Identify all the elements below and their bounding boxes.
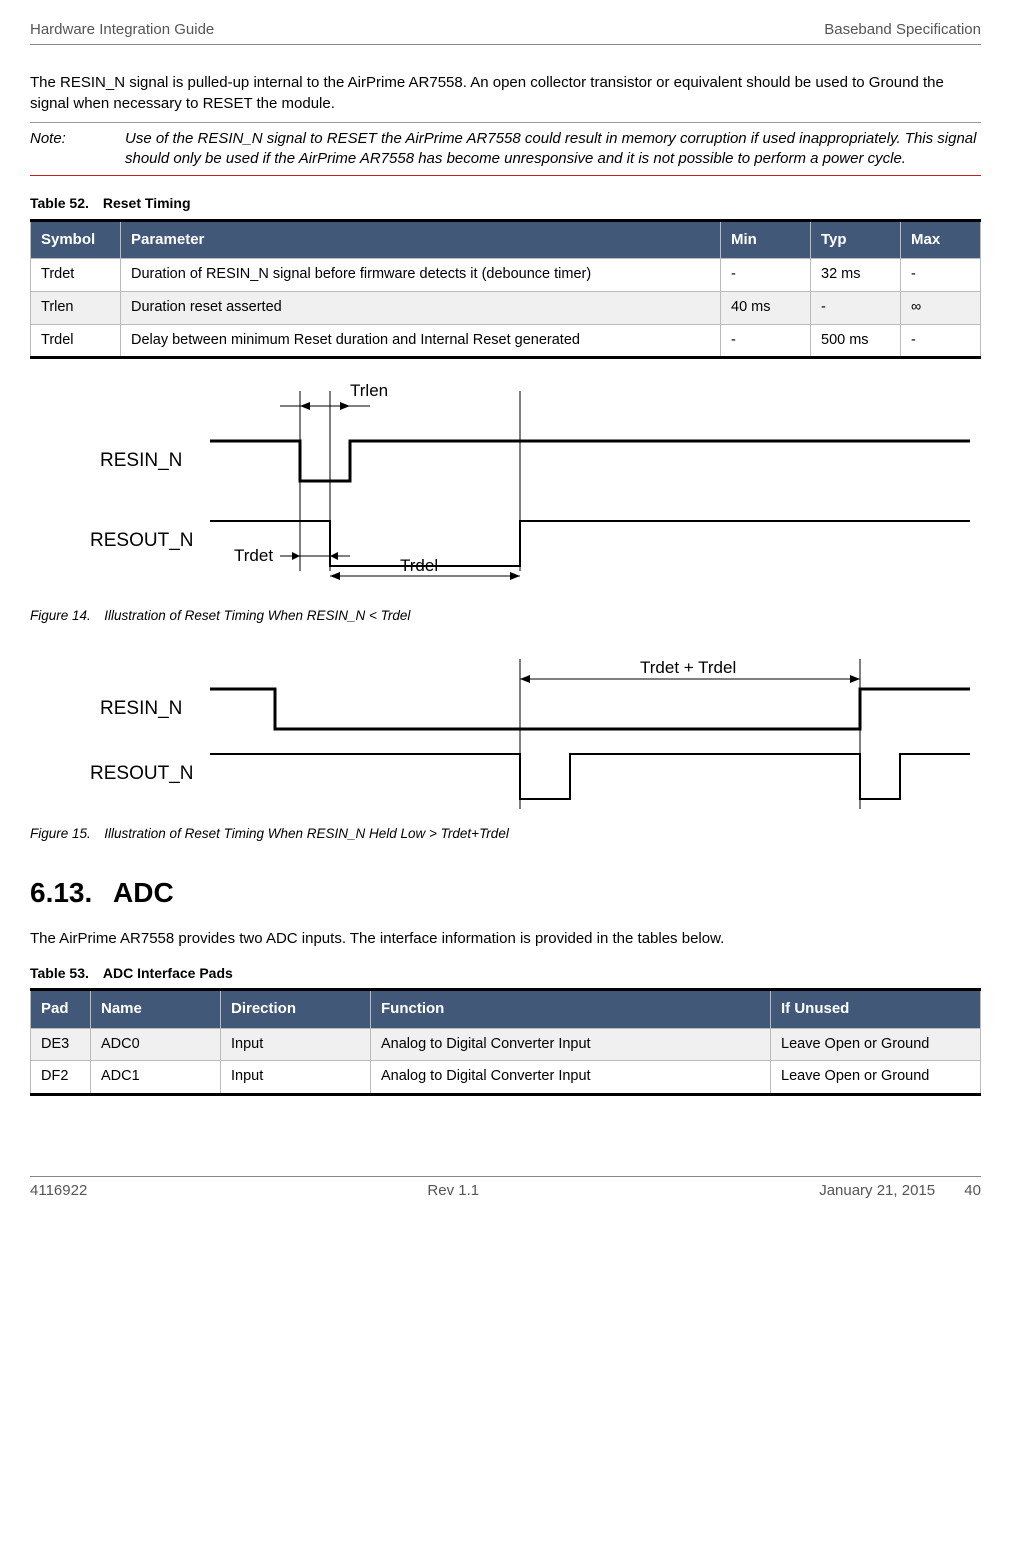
footer-docnum: 4116922 — [30, 1181, 87, 1201]
page-footer: 4116922 Rev 1.1 January 21, 2015 40 — [30, 1176, 981, 1201]
table-row: Trdet Duration of RESIN_N signal before … — [31, 259, 981, 292]
cell: Trdel — [31, 324, 121, 358]
figure15: RESIN_N RESOUT_N Trdet + Trdel — [30, 649, 981, 819]
figure15-caption: Figure 15. Illustration of Reset Timing … — [30, 825, 981, 843]
cell: DF2 — [31, 1061, 91, 1095]
footer-pagenum: 40 — [964, 1182, 981, 1199]
note-text: Use of the RESIN_N signal to RESET the A… — [125, 129, 981, 170]
table52-caption: Table 52. Reset Timing — [30, 194, 981, 213]
th-typ: Typ — [811, 221, 901, 259]
note-label: Note: — [30, 129, 125, 170]
cell: Delay between minimum Reset duration and… — [121, 324, 721, 358]
cell: Input — [221, 1028, 371, 1061]
header-right: Baseband Specification — [824, 20, 981, 40]
th-ifunused: If Unused — [771, 990, 981, 1028]
footer-rev: Rev 1.1 — [427, 1181, 479, 1201]
cell: ∞ — [901, 291, 981, 324]
th-max: Max — [901, 221, 981, 259]
cell: Trdet — [31, 259, 121, 292]
cell: Input — [221, 1061, 371, 1095]
table52: Symbol Parameter Min Typ Max Trdet Durat… — [30, 219, 981, 359]
cell: Duration reset asserted — [121, 291, 721, 324]
cell: Duration of RESIN_N signal before firmwa… — [121, 259, 721, 292]
table-row: DE3 ADC0 Input Analog to Digital Convert… — [31, 1028, 981, 1061]
th-parameter: Parameter — [121, 221, 721, 259]
resout-label: RESOUT_N — [90, 530, 193, 551]
figure14-caption: Figure 14. Illustration of Reset Timing … — [30, 607, 981, 625]
cell: Leave Open or Ground — [771, 1061, 981, 1095]
intro-paragraph: The RESIN_N signal is pulled-up internal… — [30, 73, 981, 114]
footer-date: January 21, 2015 — [819, 1182, 935, 1199]
cell: Analog to Digital Converter Input — [371, 1061, 771, 1095]
cell: Leave Open or Ground — [771, 1028, 981, 1061]
table-row: Trdel Delay between minimum Reset durati… — [31, 324, 981, 358]
th-symbol: Symbol — [31, 221, 121, 259]
section-heading: 6.13. ADC — [30, 874, 981, 912]
cell: - — [811, 291, 901, 324]
cell: Analog to Digital Converter Input — [371, 1028, 771, 1061]
figure14: RESIN_N RESOUT_N Trlen Trdet Trdel — [30, 371, 981, 601]
cell: 500 ms — [811, 324, 901, 358]
resin-label-2: RESIN_N — [100, 698, 182, 719]
th-pad: Pad — [31, 990, 91, 1028]
section-paragraph: The AirPrime AR7558 provides two ADC inp… — [30, 929, 981, 949]
header-left: Hardware Integration Guide — [30, 20, 214, 40]
table-row: DF2 ADC1 Input Analog to Digital Convert… — [31, 1061, 981, 1095]
resout-label-2: RESOUT_N — [90, 763, 193, 784]
cell: ADC1 — [91, 1061, 221, 1095]
cell: - — [721, 259, 811, 292]
trdet-trdel-label: Trdet + Trdel — [640, 658, 736, 677]
th-name: Name — [91, 990, 221, 1028]
table53: Pad Name Direction Function If Unused DE… — [30, 988, 981, 1095]
cell: 32 ms — [811, 259, 901, 292]
cell: - — [721, 324, 811, 358]
trdet-label: Trdet — [234, 546, 273, 565]
trdel-label: Trdel — [400, 556, 438, 575]
th-min: Min — [721, 221, 811, 259]
cell: - — [901, 259, 981, 292]
cell: DE3 — [31, 1028, 91, 1061]
trlen-label: Trlen — [350, 381, 388, 400]
resin-label: RESIN_N — [100, 450, 182, 471]
th-function: Function — [371, 990, 771, 1028]
page-header: Hardware Integration Guide Baseband Spec… — [30, 20, 981, 45]
table53-caption: Table 53. ADC Interface Pads — [30, 964, 981, 983]
cell: ADC0 — [91, 1028, 221, 1061]
cell: 40 ms — [721, 291, 811, 324]
cell: Trlen — [31, 291, 121, 324]
note-box: Note: Use of the RESIN_N signal to RESET… — [30, 122, 981, 177]
th-direction: Direction — [221, 990, 371, 1028]
table-row: Trlen Duration reset asserted 40 ms - ∞ — [31, 291, 981, 324]
cell: - — [901, 324, 981, 358]
